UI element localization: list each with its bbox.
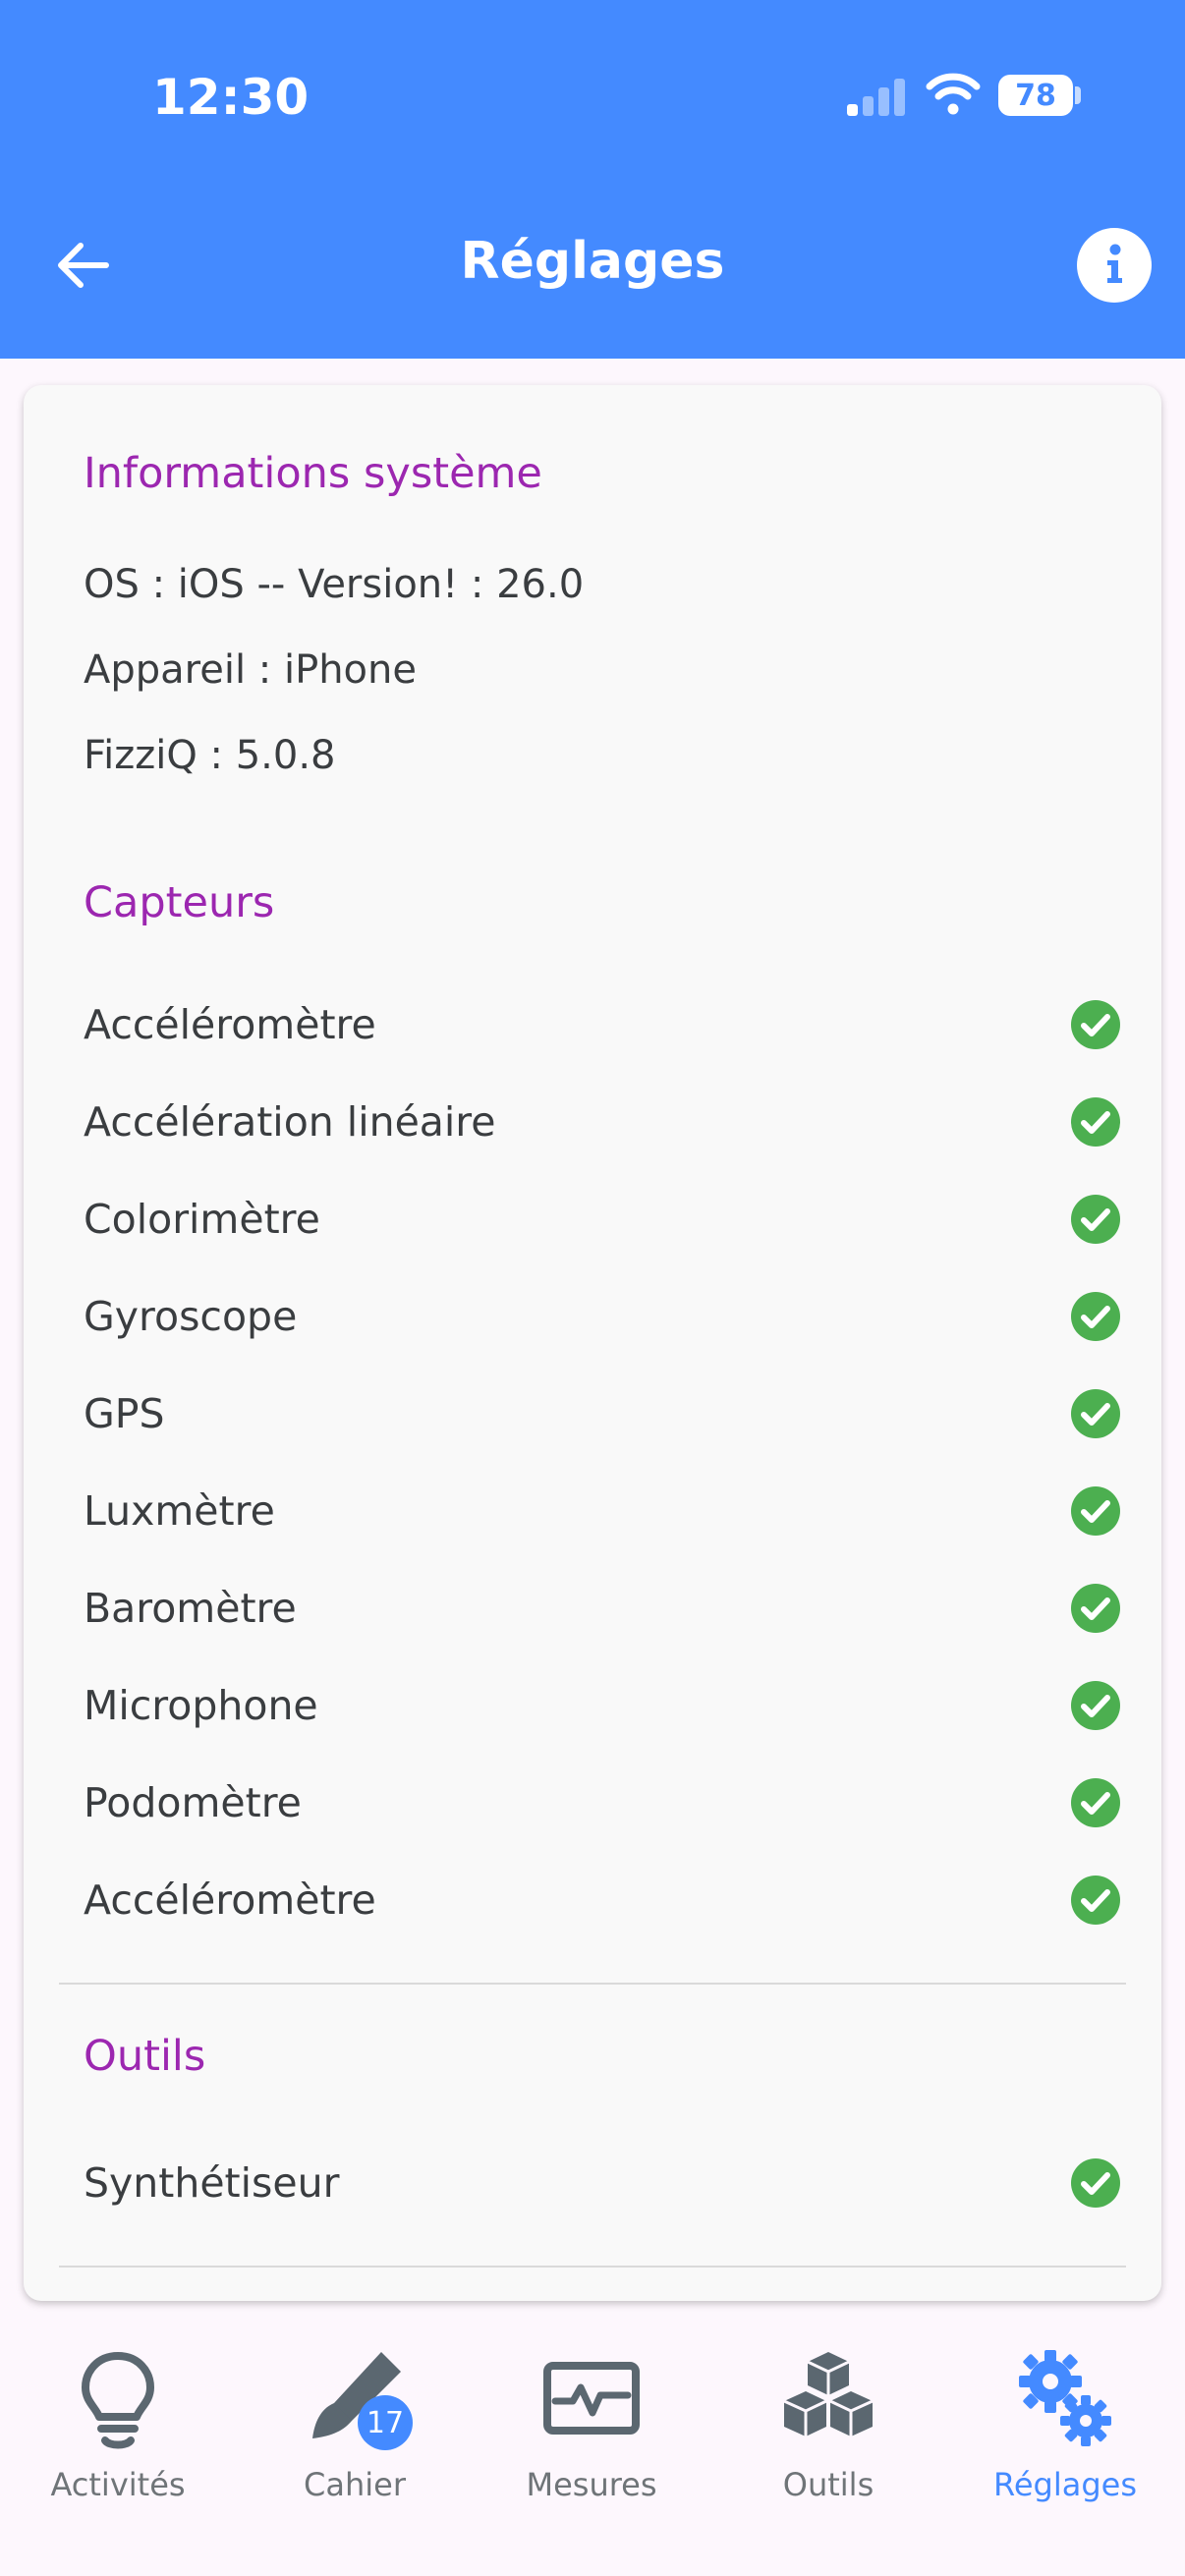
sensor-label: GPS xyxy=(84,1390,165,1437)
tool-row: Synthétiseur xyxy=(84,2144,1121,2222)
sensor-row: Colorimètre xyxy=(84,1180,1121,1259)
gears-icon xyxy=(1019,2350,1111,2446)
check-circle-icon xyxy=(1071,1292,1120,1341)
sensor-row: Accéléromètre xyxy=(84,985,1121,1064)
status-time: 12:30 xyxy=(152,69,310,126)
sensor-label: Accéléromètre xyxy=(84,1876,376,1924)
check-circle-icon xyxy=(1071,1778,1120,1827)
sensor-row: Gyroscope xyxy=(84,1277,1121,1356)
sensor-label: Microphone xyxy=(84,1682,318,1729)
nav-item-reglages[interactable]: Réglages xyxy=(947,2344,1183,2521)
notification-badge: 17 xyxy=(358,2395,413,2450)
app-header: 12:30 78 Réglages xyxy=(0,0,1185,359)
check-circle-icon xyxy=(1071,1876,1120,1925)
check-circle-icon xyxy=(1071,1681,1120,1730)
check-circle-icon xyxy=(1071,1195,1120,1244)
check-circle-icon xyxy=(1071,1486,1120,1536)
sensor-row: Baromètre xyxy=(84,1569,1121,1648)
sensor-row: Microphone xyxy=(84,1666,1121,1745)
check-circle-icon xyxy=(1071,1389,1120,1438)
page-title: Réglages xyxy=(460,232,725,291)
nav-label: Cahier xyxy=(304,2466,406,2503)
nav-item-cahier[interactable]: 17 Cahier xyxy=(237,2344,473,2521)
waveform-icon xyxy=(543,2362,640,2435)
nav-label: Réglages xyxy=(993,2466,1137,2503)
nav-item-outils[interactable]: Outils xyxy=(710,2344,946,2521)
cubes-icon xyxy=(783,2352,874,2436)
sensor-label: Accéléromètre xyxy=(84,1001,376,1048)
sensor-row: GPS xyxy=(84,1374,1121,1453)
section-divider xyxy=(59,2266,1126,2268)
sensor-label: Accélération linéaire xyxy=(84,1098,496,1146)
nav-label: Outils xyxy=(782,2466,875,2503)
sensor-label: Colorimètre xyxy=(84,1196,320,1243)
sensor-label: Gyroscope xyxy=(84,1293,298,1340)
bottom-navigation: Activités 17 Cahier Mesures Outils Régla… xyxy=(0,2305,1185,2576)
pen-icon: 17 xyxy=(301,2344,413,2452)
sensors-title: Capteurs xyxy=(84,878,275,927)
system-info-title: Informations système xyxy=(84,449,542,498)
cellular-signal-icon xyxy=(847,77,908,116)
battery-icon: 78 xyxy=(998,75,1073,116)
nav-label: Activités xyxy=(50,2466,186,2503)
sensor-row: Luxmètre xyxy=(84,1472,1121,1550)
nav-item-activites[interactable]: Activités xyxy=(0,2344,236,2521)
info-icon xyxy=(1107,244,1122,283)
sensor-row: Accéléromètre xyxy=(84,1861,1121,1939)
app-version-info: FizziQ : 5.0.8 xyxy=(84,733,336,778)
wifi-icon xyxy=(926,73,981,115)
sensor-label: Podomètre xyxy=(84,1779,302,1826)
sensor-row: Accélération linéaire xyxy=(84,1083,1121,1161)
battery-level: 78 xyxy=(1015,78,1056,113)
section-divider xyxy=(59,1983,1126,1985)
tools-title: Outils xyxy=(84,2032,206,2081)
nav-item-mesures[interactable]: Mesures xyxy=(474,2344,709,2521)
check-circle-icon xyxy=(1071,1097,1120,1147)
check-circle-icon xyxy=(1071,1584,1120,1633)
sensor-label: Luxmètre xyxy=(84,1487,275,1535)
info-button[interactable] xyxy=(1077,228,1152,303)
lightbulb-icon xyxy=(82,2352,154,2449)
os-info: OS : iOS -- Version! : 26.0 xyxy=(84,562,585,607)
tool-label: Synthétiseur xyxy=(84,2159,340,2207)
settings-card: Informations système OS : iOS -- Version… xyxy=(24,385,1161,2301)
check-circle-icon xyxy=(1071,1000,1120,1049)
nav-label: Mesures xyxy=(526,2466,657,2503)
sensor-row: Podomètre xyxy=(84,1764,1121,1842)
check-circle-icon xyxy=(1071,2158,1120,2208)
battery-nub xyxy=(1075,86,1081,104)
device-info: Appareil : iPhone xyxy=(84,647,417,693)
sensor-label: Baromètre xyxy=(84,1585,297,1632)
